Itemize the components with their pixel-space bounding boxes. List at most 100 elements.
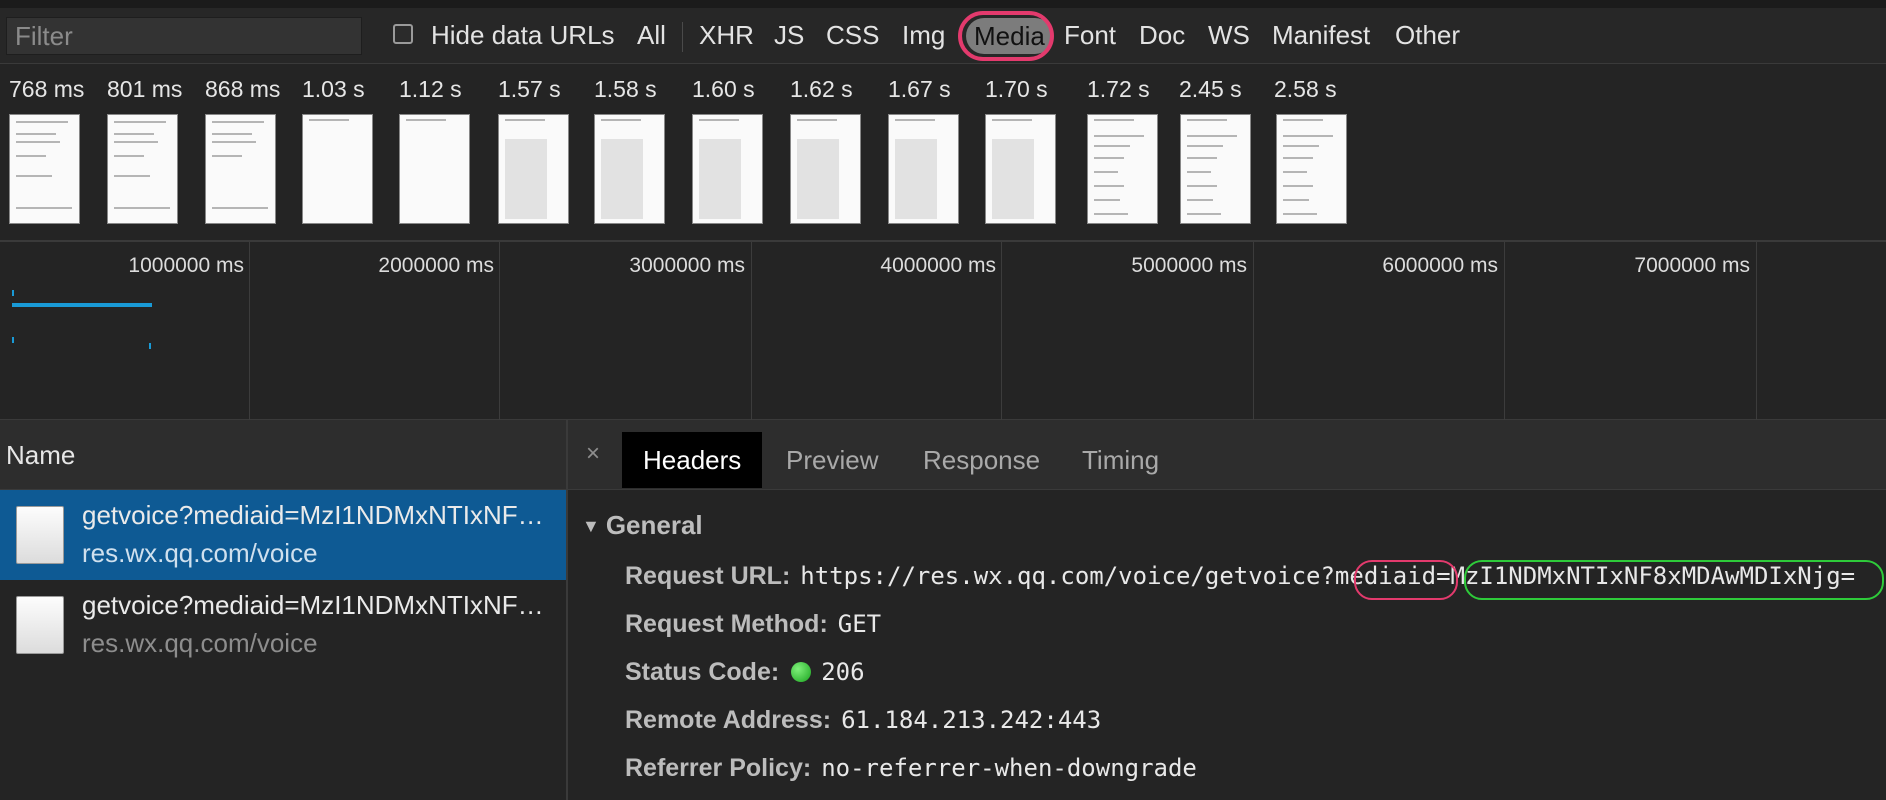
timeline-tick: 7000000 ms <box>1634 254 1750 277</box>
frame-time: 1.60 s <box>692 76 755 102</box>
frame-time: 1.57 s <box>498 76 561 102</box>
timeline-gridline <box>1253 242 1254 420</box>
frame-thumbnail <box>205 114 276 224</box>
frame-thumbnail <box>888 114 959 224</box>
general-section-header[interactable]: ▼ General <box>582 510 703 541</box>
filter-xhr[interactable]: XHR <box>699 20 754 50</box>
filter-css[interactable]: CSS <box>826 20 879 50</box>
mediaid-param-annotation <box>1354 560 1458 600</box>
toolbar-divider <box>682 22 683 52</box>
hide-data-urls-checkbox[interactable] <box>393 24 413 44</box>
frame-time: 1.72 s <box>1087 76 1150 102</box>
frame-thumbnail <box>985 114 1056 224</box>
tab-headers[interactable]: Headers <box>622 432 763 488</box>
frame-time: 801 ms <box>107 76 183 102</box>
filter-img[interactable]: Img <box>902 20 945 50</box>
status-code-label: Status Code: <box>625 658 780 686</box>
timeline-tick: 5000000 ms <box>1131 254 1247 277</box>
request-name: getvoice?mediaid=MzI1NDMxNTIxNF… <box>82 500 544 530</box>
file-icon <box>16 596 64 654</box>
screenshot-filmstrip: 768 ms 801 ms 868 ms 1.03 s 1.12 s 1.57 … <box>0 64 1886 242</box>
remote-address-value: 61.184.213.242:443 <box>841 706 1102 734</box>
frame-time: 2.58 s <box>1274 76 1337 102</box>
mediaid-value-annotation <box>1464 560 1884 600</box>
file-icon <box>16 506 64 564</box>
frame-time: 2.45 s <box>1179 76 1242 102</box>
tab-preview[interactable]: Preview <box>786 432 878 488</box>
referrer-policy-label: Referrer Policy: <box>625 754 812 782</box>
frame-thumbnail <box>1180 114 1251 224</box>
frame-thumbnail <box>1087 114 1158 224</box>
request-domain: res.wx.qq.com/voice <box>82 628 318 658</box>
frame-time: 1.67 s <box>888 76 951 102</box>
timeline-tick: 4000000 ms <box>880 254 996 277</box>
network-toolbar: Hide data URLs All XHR JS CSS Img Media … <box>0 0 1886 64</box>
frame-time: 1.12 s <box>399 76 462 102</box>
status-code-field: Status Code: 206 <box>625 658 865 687</box>
frame-thumbnail <box>1276 114 1347 224</box>
request-detail-panel: × Headers Preview Response Timing ▼ Gener… <box>568 420 1886 800</box>
referrer-policy-field: Referrer Policy: no-referrer-when-downgra… <box>625 754 1197 783</box>
filter-font[interactable]: Font <box>1064 20 1116 50</box>
status-ok-icon <box>791 662 812 682</box>
tab-timing[interactable]: Timing <box>1082 432 1159 488</box>
frame-thumbnail <box>399 114 470 224</box>
frame-time: 1.58 s <box>594 76 657 102</box>
request-method-field: Request Method: GET <box>625 610 881 639</box>
close-icon[interactable]: × <box>586 440 600 468</box>
tab-response[interactable]: Response <box>923 432 1040 488</box>
status-code-value: 206 <box>821 658 865 686</box>
frame-thumbnail <box>790 114 861 224</box>
filter-input[interactable] <box>6 17 362 55</box>
timeline-gridline <box>249 242 250 420</box>
frame-time: 1.03 s <box>302 76 365 102</box>
request-timing-mark <box>12 337 14 343</box>
timeline-gridline <box>1001 242 1002 420</box>
frame-thumbnail <box>107 114 178 224</box>
request-row[interactable]: getvoice?mediaid=MzI1NDMxNTIxNF… res.wx.… <box>0 580 566 670</box>
frame-thumbnail <box>498 114 569 224</box>
timeline-gridline <box>499 242 500 420</box>
overview-timeline[interactable]: 1000000 ms 2000000 ms 3000000 ms 4000000… <box>0 242 1886 420</box>
name-column-header[interactable]: Name <box>0 420 566 490</box>
timeline-tick: 2000000 ms <box>378 254 494 277</box>
request-method-label: Request Method: <box>625 610 828 638</box>
request-row[interactable]: getvoice?mediaid=MzI1NDMxNTIxNF… res.wx.… <box>0 490 566 580</box>
frame-time: 1.70 s <box>985 76 1048 102</box>
frame-thumbnail <box>594 114 665 224</box>
detail-tabbar: × Headers Preview Response Timing <box>568 420 1886 490</box>
remote-address-label: Remote Address: <box>625 706 832 734</box>
remote-address-field: Remote Address: 61.184.213.242:443 <box>625 706 1101 735</box>
timeline-gridline <box>1756 242 1757 420</box>
referrer-policy-value: no-referrer-when-downgrade <box>821 754 1197 782</box>
filter-js[interactable]: JS <box>774 20 804 50</box>
frame-thumbnail <box>9 114 80 224</box>
filter-doc[interactable]: Doc <box>1139 20 1185 50</box>
frame-time: 868 ms <box>205 76 281 102</box>
request-method-value: GET <box>837 610 882 638</box>
request-timing-mark <box>149 343 151 349</box>
hide-data-urls-label[interactable]: Hide data URLs <box>431 20 615 50</box>
frame-time: 768 ms <box>9 76 85 102</box>
request-timing-mark <box>12 290 14 296</box>
name-header-label: Name <box>6 440 76 470</box>
request-name: getvoice?mediaid=MzI1NDMxNTIxNF… <box>82 590 544 620</box>
filter-all[interactable]: All <box>637 20 666 50</box>
request-timing-bar <box>12 303 152 307</box>
timeline-tick: 6000000 ms <box>1382 254 1498 277</box>
timeline-gridline <box>1504 242 1505 420</box>
filter-ws[interactable]: WS <box>1208 20 1250 50</box>
collapse-triangle-icon: ▼ <box>582 516 600 536</box>
request-domain: res.wx.qq.com/voice <box>82 538 318 568</box>
filter-manifest[interactable]: Manifest <box>1272 20 1370 50</box>
frame-time: 1.62 s <box>790 76 853 102</box>
media-highlight-annotation <box>958 11 1054 61</box>
frame-thumbnail <box>692 114 763 224</box>
frame-thumbnail <box>302 114 373 224</box>
general-section-title: General <box>605 510 703 540</box>
timeline-tick: 1000000 ms <box>128 254 244 277</box>
request-list: Name getvoice?mediaid=MzI1NDMxNTIxNF… re… <box>0 420 568 800</box>
timeline-tick: 3000000 ms <box>629 254 745 277</box>
filter-other[interactable]: Other <box>1395 20 1460 50</box>
timeline-gridline <box>751 242 752 420</box>
